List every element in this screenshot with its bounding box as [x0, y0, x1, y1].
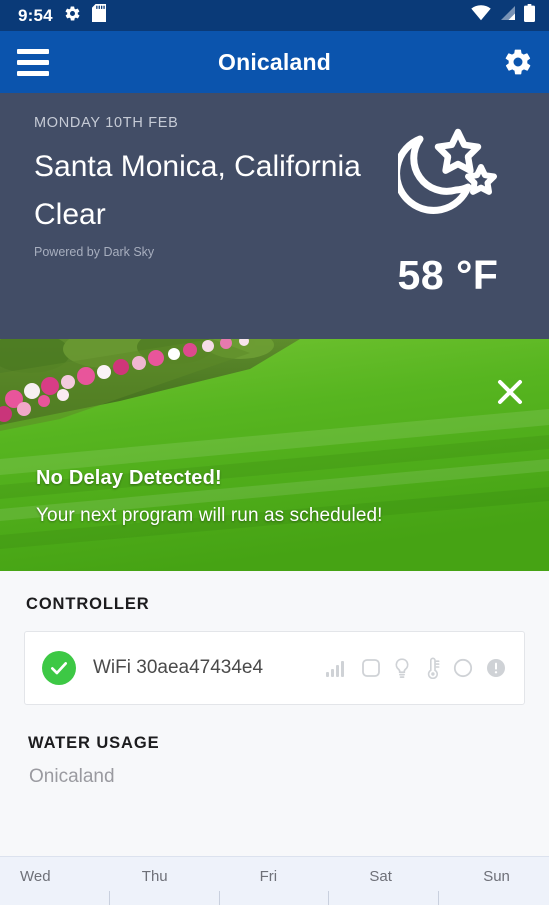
wifi-icon [471, 5, 491, 26]
page-title: Onicaland [218, 48, 331, 75]
day-cell: Wed [0, 857, 110, 905]
close-x-icon [498, 380, 522, 404]
circle-outline-icon [453, 658, 473, 678]
app-root: 9:54 Onicaland MONDAY 10TH FEB Santa Mon… [0, 0, 549, 905]
weather-panel: MONDAY 10TH FEB Santa Monica, California… [0, 93, 549, 339]
settings-gear-icon[interactable] [503, 47, 533, 77]
alert-exclamation-icon [486, 658, 506, 678]
water-usage-chart-axis: Wed Thu Fri Sat Sun [0, 856, 549, 905]
day-cell: Sat [329, 857, 440, 905]
delay-status-banner: No Delay Detected! Your next program wil… [0, 339, 549, 571]
water-usage-subtitle: Onicaland [29, 766, 115, 787]
weather-temperature: 58 °F [397, 252, 499, 298]
banner-title: No Delay Detected! [36, 467, 222, 489]
lawn-photo [0, 339, 549, 571]
banner-text: No Delay Detected! Your next program wil… [36, 467, 383, 527]
controller-name: WiFi 30aea47434e4 [93, 657, 264, 678]
day-cell: Fri [220, 857, 330, 905]
day-label: Sun [483, 868, 510, 885]
close-banner-button[interactable] [493, 375, 527, 409]
day-cell: Thu [110, 857, 220, 905]
day-cell: Sun [439, 857, 549, 905]
day-label-row: Wed Thu Fri Sat Sun [0, 857, 549, 905]
status-bar: 9:54 [0, 0, 549, 31]
gear-icon [64, 5, 81, 27]
green-check-circle-icon [42, 651, 76, 685]
rounded-square-icon [361, 658, 381, 678]
signal-bars-icon [326, 659, 348, 677]
weather-summary: 58 °F [373, 127, 523, 299]
hamburger-bar [17, 70, 49, 76]
lightbulb-icon [394, 657, 410, 679]
thermometer-icon [423, 657, 440, 679]
hamburger-bar [17, 59, 49, 65]
cellular-signal-icon [499, 5, 516, 26]
status-bar-clock: 9:54 [18, 6, 53, 25]
battery-icon [524, 4, 535, 27]
hamburger-menu-icon[interactable] [14, 47, 52, 77]
controller-card[interactable]: WiFi 30aea47434e4 [24, 631, 525, 705]
hamburger-bar [17, 48, 49, 54]
weather-location: Santa Monica, California [34, 150, 361, 183]
app-bar: Onicaland [0, 31, 549, 93]
controller-indicator-icons [326, 657, 506, 679]
day-label: Fri [259, 868, 278, 885]
water-usage-heading: WATER USAGE [28, 734, 160, 752]
banner-subtitle: Your next program will run as scheduled! [36, 505, 383, 526]
day-label: Thu [141, 868, 168, 885]
status-bar-right [471, 4, 535, 27]
content-area: CONTROLLER WiFi 30aea47434e4 WATER USAGE… [0, 571, 549, 788]
status-bar-left: 9:54 [18, 4, 106, 27]
sd-card-icon [91, 4, 106, 27]
moon-stars-icon [393, 127, 498, 232]
day-label: Sat [369, 868, 392, 885]
controller-section-heading: CONTROLLER [26, 595, 150, 613]
day-label: Wed [20, 868, 51, 885]
